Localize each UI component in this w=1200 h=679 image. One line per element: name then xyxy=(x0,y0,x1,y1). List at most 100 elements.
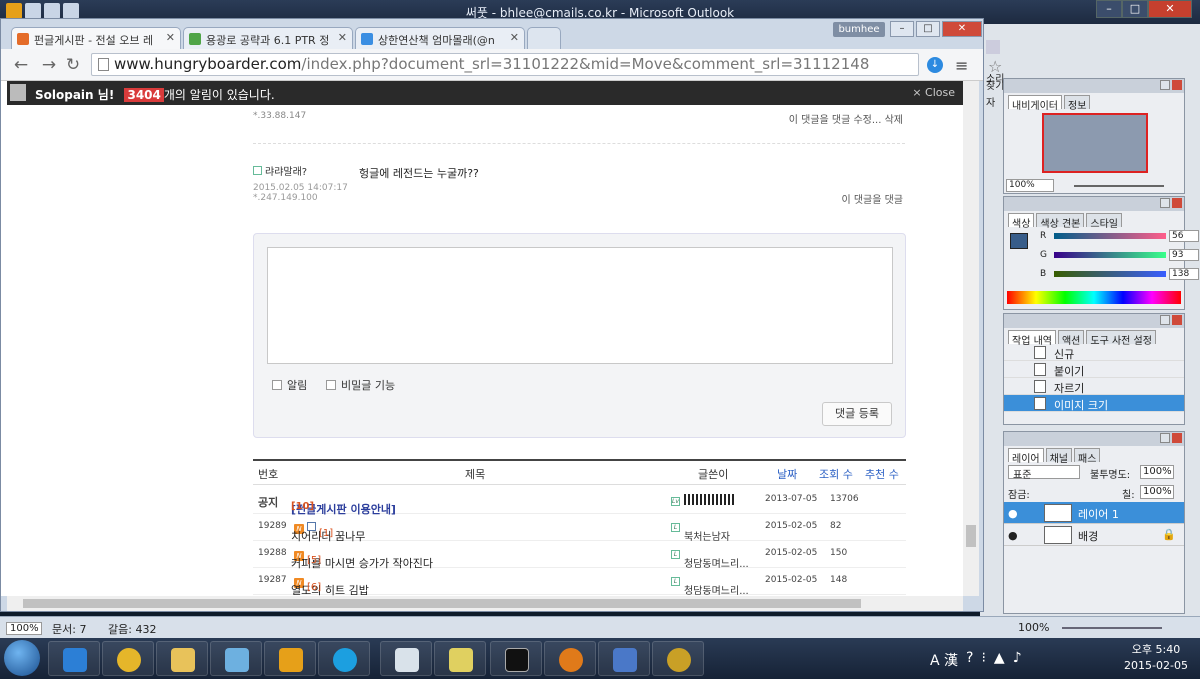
taskbar-visual-studio[interactable] xyxy=(598,641,650,676)
address-bar[interactable]: www.hungryboarder.com/index.php?document… xyxy=(91,53,1002,76)
volume-icon[interactable]: ♪ xyxy=(1013,650,1022,670)
tab-channels[interactable]: 채널 xyxy=(1045,448,1073,465)
green-value[interactable]: 93 xyxy=(1169,249,1199,261)
status-zoom-field[interactable]: 100% xyxy=(6,622,42,635)
tab-hungryboarder[interactable]: 펀글게시판 - 전설 오브 레 ✕ xyxy=(11,27,181,49)
taskbar-ezhelp[interactable] xyxy=(380,641,432,676)
notification-close-button[interactable]: × Close xyxy=(912,86,955,99)
outlook-ribbon-icon[interactable] xyxy=(986,40,1000,54)
tray-settings-icon[interactable]: ⁝ xyxy=(981,650,985,670)
back-arrow-icon[interactable]: ← xyxy=(11,55,31,75)
history-item[interactable]: 신규 xyxy=(1004,344,1184,361)
panel-minimize-icon[interactable] xyxy=(1160,80,1170,90)
taskbar-cmd[interactable] xyxy=(490,641,542,676)
comment-nickname[interactable]: 랴랴말래? xyxy=(253,163,307,178)
row-author[interactable]: L 북처는남자 xyxy=(671,521,730,543)
row-title[interactable]: 열도의 히트 김밥 N [6] xyxy=(291,575,369,596)
layer-name[interactable]: 레이어 1 xyxy=(1078,506,1119,522)
header-views[interactable]: 조회 수 xyxy=(819,466,853,482)
blue-slider[interactable]: B 138 xyxy=(1034,268,1199,281)
fill-field[interactable]: 100% xyxy=(1140,485,1174,499)
bookmark-star-icon[interactable]: ☆ xyxy=(988,56,1002,77)
panel-close-icon[interactable] xyxy=(1172,80,1182,90)
foreground-color-swatch[interactable] xyxy=(1010,233,1028,249)
tab-history[interactable]: 작업 내역 xyxy=(1008,330,1056,347)
tab-navigator[interactable]: 내비게이터 xyxy=(1008,95,1062,112)
history-item[interactable]: 자르기 xyxy=(1004,378,1184,395)
network-icon[interactable]: ▲ xyxy=(994,650,1005,670)
close-tab-icon[interactable]: ✕ xyxy=(166,31,175,44)
notification-count-badge[interactable]: 3404 xyxy=(124,88,164,102)
checkbox-icon[interactable] xyxy=(272,380,282,390)
taskbar-media[interactable] xyxy=(544,641,596,676)
row-title[interactable]: 치어리더 꿈나무 N [1] xyxy=(291,521,365,543)
navigator-zoom-field[interactable]: 100% xyxy=(1006,179,1054,192)
red-track[interactable] xyxy=(1054,233,1166,239)
blue-track[interactable] xyxy=(1054,271,1166,277)
close-tab-icon[interactable]: ✕ xyxy=(338,31,347,44)
history-item[interactable]: 이미지 크기 xyxy=(1004,395,1184,412)
eye-icon[interactable]: ● xyxy=(1008,529,1018,542)
taskbar-notebook[interactable] xyxy=(210,641,262,676)
tab-wow-guide[interactable]: 용광로 공략과 6.1 PTR 정 ✕ xyxy=(183,27,353,49)
history-item[interactable]: 붙이기 xyxy=(1004,361,1184,378)
secret-checkbox[interactable]: 비밀글 기능 xyxy=(326,377,395,393)
chrome-maximize-button[interactable]: □ xyxy=(916,21,940,37)
panel-close-icon[interactable] xyxy=(1172,315,1182,325)
opacity-field[interactable]: 100% xyxy=(1140,465,1174,479)
panel-close-icon[interactable] xyxy=(1172,433,1182,443)
red-slider[interactable]: R 56 xyxy=(1034,230,1199,243)
green-track[interactable] xyxy=(1054,252,1166,258)
tab-layers[interactable]: 레이어 xyxy=(1008,448,1044,465)
layer-item[interactable]: ● 레이어 1 xyxy=(1004,502,1184,524)
tab-twitter[interactable]: 상한연산책 엄마몰래(@n ✕ xyxy=(355,27,525,49)
taskbar-dbf[interactable] xyxy=(434,641,486,676)
vertical-scroll-thumb[interactable] xyxy=(966,525,976,547)
tab-paths[interactable]: 패스 xyxy=(1074,448,1101,465)
table-row[interactable]: 공지 [펀글게시판 이용안내] [10] Lv 2013-07-05 13706 xyxy=(253,487,906,516)
avatar[interactable] xyxy=(10,84,26,101)
tab-color[interactable]: 색상 xyxy=(1008,213,1035,230)
red-value[interactable]: 56 xyxy=(1169,230,1199,242)
taskbar-explorer[interactable] xyxy=(156,641,208,676)
download-extension-icon[interactable]: ↓ xyxy=(927,57,943,73)
row-author[interactable]: Lv xyxy=(671,494,734,506)
color-spectrum-ramp[interactable] xyxy=(1007,291,1181,304)
forward-arrow-icon[interactable]: → xyxy=(39,55,59,75)
chrome-minimize-button[interactable]: – xyxy=(890,21,914,37)
navigator-preview[interactable] xyxy=(1042,113,1148,173)
taskbar-outlook[interactable] xyxy=(264,641,316,676)
taskbar-chrome[interactable] xyxy=(102,641,154,676)
tab-info[interactable]: 정보 xyxy=(1064,95,1091,112)
chrome-user-badge[interactable]: bumhee xyxy=(833,22,885,37)
start-button[interactable] xyxy=(4,640,40,676)
checkbox-icon[interactable] xyxy=(326,380,336,390)
row-author[interactable]: L 청담동며느리... xyxy=(671,575,749,596)
taskbar-clock[interactable]: 오후 5:40 2015-02-05 xyxy=(1116,642,1196,674)
table-row[interactable]: 19289 치어리더 꿈나무 N [1] L 북처는남자 2015-02-05 82 xyxy=(253,514,906,543)
layer-name[interactable]: 배경 xyxy=(1078,528,1098,544)
layer-item[interactable]: ● 배경 🔒 xyxy=(1004,524,1184,546)
header-date[interactable]: 날짜 xyxy=(777,466,797,482)
green-slider[interactable]: G 93 xyxy=(1034,249,1199,262)
panel-minimize-icon[interactable] xyxy=(1160,198,1170,208)
tab-actions[interactable]: 액션 xyxy=(1057,330,1085,347)
comment-actions[interactable]: 이 댓글을 댓글 수정... 삭제 xyxy=(789,111,903,126)
blend-mode-select[interactable]: 표준 xyxy=(1008,465,1080,481)
eye-icon[interactable]: ● xyxy=(1008,507,1018,520)
submit-comment-button[interactable]: 댓글 등록 xyxy=(822,402,892,426)
notification-user[interactable]: Solopain xyxy=(35,88,94,102)
row-author[interactable]: L 청담동며느리... xyxy=(671,548,749,570)
alarm-checkbox[interactable]: 알림 xyxy=(272,377,307,393)
row-title[interactable]: 커피를 마시면 승가가 작아진다 N [5] xyxy=(291,548,433,570)
navigator-zoom-slider[interactable] xyxy=(1074,185,1164,187)
table-row[interactable]: 19287 열도의 히트 김밥 N [6] L 청담동며느리... 2015-02-0… xyxy=(253,568,906,596)
chrome-menu-icon[interactable]: ≡ xyxy=(955,56,968,75)
vertical-scrollbar[interactable] xyxy=(963,81,979,596)
tab-styles[interactable]: 스타일 xyxy=(1086,213,1122,230)
tab-swatches[interactable]: 색상 견본 xyxy=(1036,213,1085,230)
blue-value[interactable]: 138 xyxy=(1169,268,1199,280)
taskbar-ie[interactable] xyxy=(48,641,100,676)
horizontal-scrollbar[interactable] xyxy=(7,596,963,611)
minimize-button[interactable]: – xyxy=(1096,0,1122,18)
